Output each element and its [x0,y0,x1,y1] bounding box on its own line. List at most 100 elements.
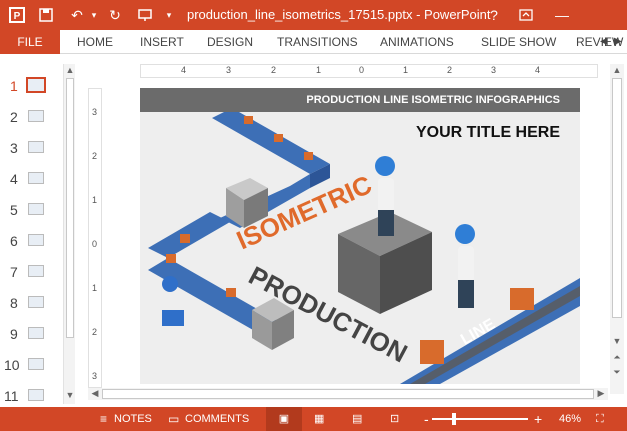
normal-view-icon[interactable]: ▣ [266,407,302,431]
ribbon-display-icon[interactable] [516,4,536,26]
scroll-up-icon[interactable]: ▲ [64,65,76,75]
redo-dropdown-icon[interactable]: ▾ [88,4,100,26]
thumbnail-preview [28,234,44,246]
thumbnail-slide-8[interactable]: 8 [0,287,62,318]
scrollbar-thumb[interactable] [612,78,622,318]
tab-home[interactable]: HOME [77,30,113,54]
minimize-icon[interactable]: — [552,4,572,26]
tab-design[interactable]: DESIGN [207,30,253,54]
ruler-label: 0 [92,239,98,249]
ruler-label: 2 [271,65,277,75]
thumbnail-slide-3[interactable]: 3 [0,132,62,163]
tab-file[interactable]: FILE [0,30,60,54]
ruler-label: 2 [447,65,453,75]
tab-animations[interactable]: ANIMATIONS [380,30,454,54]
box [244,116,253,124]
thumbnail-number: 6 [10,233,18,249]
slide-canvas[interactable]: PRODUCTION LINE ISOMETRIC INFOGRAPHICS Y… [140,88,580,384]
ruler-label: 3 [226,65,232,75]
comments-icon[interactable]: ▭ [168,407,179,431]
window-title: production_line_isometrics_17515.pptx - … [187,7,491,22]
horizontal-ruler: 4 3 2 1 0 1 2 3 4 [140,64,598,78]
slide-vertical-scrollbar[interactable]: ▲ ▼ ⏶ ⏷ [610,64,624,394]
thumbnail-slide-2[interactable]: 2 [0,101,62,132]
worker-pants [378,210,394,236]
thumbnail-number: 1 [10,78,18,94]
comments-button[interactable]: COMMENTS [185,407,249,431]
thumbnail-preview [28,141,44,153]
next-slide-icon[interactable]: ⏷ [610,367,624,378]
ruler-label: 4 [181,65,187,75]
powerpoint-logo-icon: P [6,4,28,26]
thumbnail-preview [28,172,44,184]
tab-slide-show[interactable]: SLIDE SHOW [481,30,556,54]
robot-base [162,310,184,326]
scroll-left-icon[interactable]: ◀ [88,388,102,399]
save-icon[interactable] [36,4,56,26]
worker-shirt [458,246,474,282]
scroll-down-icon[interactable]: ▼ [610,336,624,346]
scroll-right-icon[interactable]: ▶ [594,388,608,399]
undo-icon[interactable]: ↶ [66,4,88,26]
thumbnail-slide-5[interactable]: 5 [0,194,62,225]
tab-insert[interactable]: INSERT [140,30,184,54]
thumbnail-slide-9[interactable]: 9 [0,318,62,349]
thumbnail-number: 3 [10,140,18,156]
help-icon[interactable]: ? [484,4,504,26]
thumbnail-number: 10 [4,357,20,373]
ruler-label: 3 [491,65,497,75]
thumbnails-scrollbar[interactable]: ▲ ▼ [63,64,75,404]
worker-pants [458,280,474,308]
zoom-out-button[interactable]: - [424,407,429,431]
thumbnail-number: 2 [10,109,18,125]
vertical-ruler: 3 2 1 0 1 2 3 [88,88,102,388]
ruler-label: 1 [92,195,98,205]
thumbnail-preview [28,203,44,215]
box [166,254,176,263]
worker-helmet [455,224,475,244]
slide-show-icon[interactable]: ⊡ [390,407,399,431]
tab-transitions[interactable]: TRANSITIONS [277,30,358,54]
conveyor-top [212,108,330,174]
redo-icon[interactable]: ↻ [104,4,126,26]
slide-title[interactable]: YOUR TITLE HERE [416,124,560,142]
box [180,234,190,243]
thumbnail-slide-6[interactable]: 6 [0,225,62,256]
ribbon-scroll-right-icon[interactable]: ▶ [614,30,622,54]
notes-icon[interactable]: ≡ [100,407,107,431]
thumbnail-slide-10[interactable]: 10 [0,349,62,380]
slide-sorter-icon[interactable]: ▦ [314,407,324,431]
present-from-start-icon[interactable] [134,4,156,26]
thumbnail-preview [28,296,44,308]
ruler-label: 1 [403,65,409,75]
box [510,288,534,310]
reading-view-icon[interactable]: ▤ [352,407,362,431]
ruler-label: 3 [92,107,98,117]
thumbnail-slide-11[interactable]: 11 [0,380,62,405]
scrollbar-thumb[interactable] [102,389,594,399]
zoom-level[interactable]: 46% [559,407,581,431]
previous-slide-icon[interactable]: ⏶ [610,352,624,363]
fit-slide-icon[interactable]: ⛶ [596,407,604,431]
ruler-label: 0 [359,65,365,75]
zoom-in-button[interactable]: + [534,407,542,431]
scrollbar-thumb[interactable] [66,78,74,338]
thumbnail-slide-1[interactable]: 1 [0,70,62,101]
box [420,340,444,364]
thumbnail-number: 7 [10,264,18,280]
ruler-label: 2 [92,327,98,337]
status-bar: ≡ NOTES ▭ COMMENTS ▣ ▦ ▤ ⊡ - + 46% ⛶ [0,407,627,431]
ribbon-scroll-left-icon[interactable]: ◀ [600,30,608,54]
thumbnail-preview [28,110,44,122]
zoom-slider-knob[interactable] [452,413,456,425]
thumbnail-slide-7[interactable]: 7 [0,256,62,287]
zoom-slider-track[interactable] [432,418,528,420]
scroll-down-icon[interactable]: ▼ [64,390,76,400]
notes-button[interactable]: NOTES [114,407,152,431]
thumbnail-number: 9 [10,326,18,342]
thumbnail-preview [26,77,46,93]
thumbnail-slide-4[interactable]: 4 [0,163,62,194]
scroll-up-icon[interactable]: ▲ [610,65,624,75]
customize-toolbar-icon[interactable]: ▾ [162,4,176,26]
slide-horizontal-scrollbar[interactable]: ◀ ▶ [88,388,608,400]
